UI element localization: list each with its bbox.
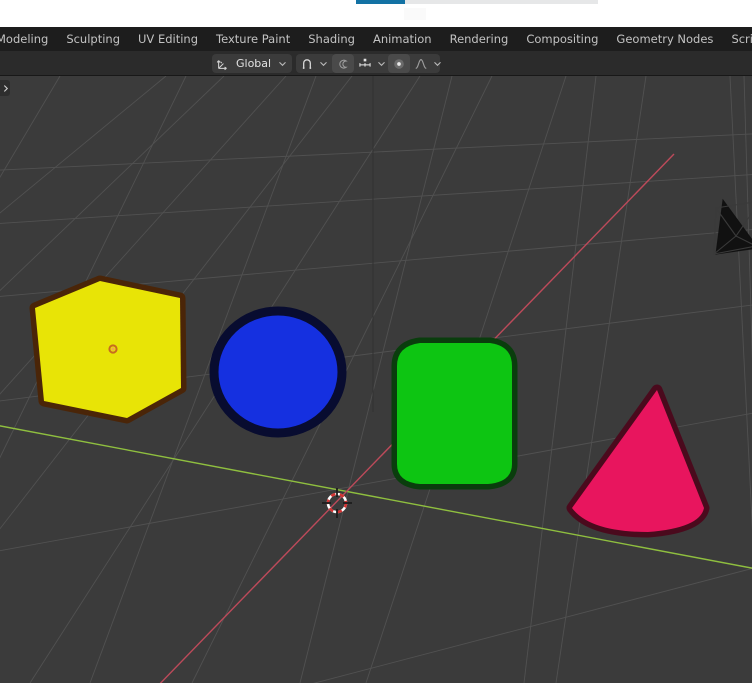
falloff-sphere-icon[interactable]	[388, 54, 410, 73]
orientation-axis-icon	[212, 54, 234, 73]
tab-rendering[interactable]: Rendering	[441, 27, 518, 51]
falloff-smooth-icon[interactable]	[410, 54, 432, 73]
chevron-down-icon[interactable]	[318, 59, 333, 68]
proportional-connected-icon[interactable]	[354, 54, 376, 73]
tab-scripting[interactable]: Scripting	[722, 27, 752, 51]
transform-orientation-group[interactable]: Global	[212, 54, 292, 73]
blender-app-window: Modeling Sculpting UV Editing Texture Pa…	[0, 0, 752, 683]
cylinder-green[interactable]	[391, 337, 518, 490]
viewport-canvas[interactable]	[0, 76, 752, 683]
snapping-group[interactable]	[296, 54, 336, 73]
3d-viewport[interactable]	[0, 76, 752, 683]
tab-sculpting[interactable]: Sculpting	[57, 27, 129, 51]
tab-modeling[interactable]: Modeling	[0, 27, 57, 51]
chevron-down-icon[interactable]	[432, 59, 447, 68]
circle-blue[interactable]	[209, 306, 347, 438]
browser-loading-strip	[0, 0, 752, 27]
tab-texture-paint[interactable]: Texture Paint	[207, 27, 299, 51]
viewport-header: Global	[0, 51, 752, 124]
tab-uv-editing[interactable]: UV Editing	[129, 27, 207, 51]
tab-shading[interactable]: Shading	[299, 27, 364, 51]
proportional-edit-icon[interactable]	[332, 54, 354, 73]
strip-placeholder-block	[404, 8, 426, 20]
falloff-group[interactable]	[388, 54, 441, 73]
page-load-progress-fill	[356, 0, 405, 4]
workspace-tab-bar: Modeling Sculpting UV Editing Texture Pa…	[0, 27, 752, 51]
tab-compositing[interactable]: Compositing	[517, 27, 607, 51]
chevron-right-icon[interactable]	[0, 80, 10, 96]
hexagon-cylinder-yellow[interactable]	[29, 275, 187, 424]
chevron-down-icon[interactable]	[277, 59, 292, 68]
snap-magnet-icon[interactable]	[296, 54, 318, 73]
tab-animation[interactable]: Animation	[364, 27, 441, 51]
tab-geometry-nodes[interactable]: Geometry Nodes	[607, 27, 722, 51]
page-load-progress-track	[356, 0, 598, 4]
transform-orientation-value: Global	[236, 57, 272, 70]
